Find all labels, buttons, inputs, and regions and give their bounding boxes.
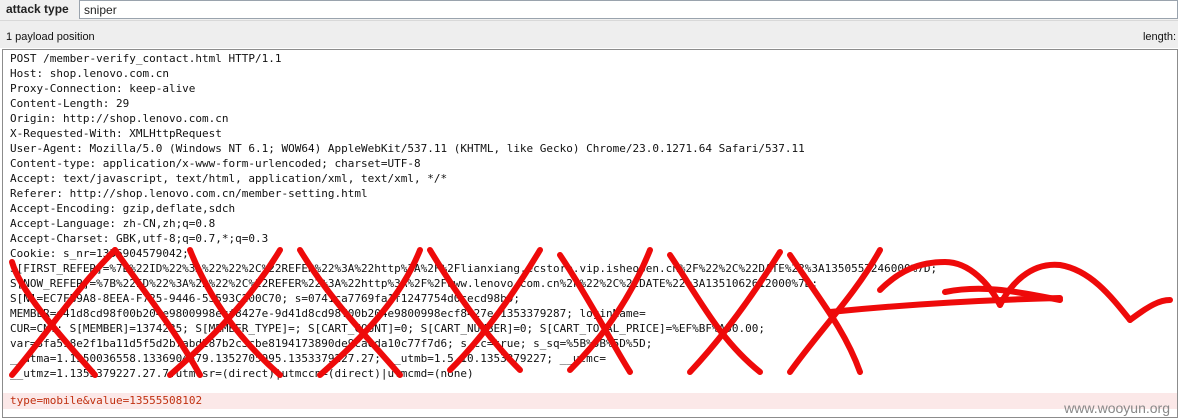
request-line: MEMBER=d41d8cd98f00b204e9800998ecf8427e-…: [10, 307, 646, 320]
request-line: Accept-Language: zh-CN,zh;q=0.8: [10, 217, 216, 230]
payload-body-text: type=mobile&value=13555508102: [10, 393, 202, 409]
request-line: Origin: http://shop.lenovo.com.cn: [10, 112, 229, 125]
request-editor[interactable]: POST /member-verify_contact.html HTTP/1.…: [2, 49, 1178, 418]
request-line: __utmz=1.1353379227.27.7.utmcsr=(direct)…: [10, 367, 474, 380]
request-line: Content-Length: 29: [10, 97, 130, 110]
watermark: www.wooyun.org: [1064, 400, 1170, 416]
request-line: CUR=CNY; S[MEMBER]=1374225; S[MEMBER_TYP…: [10, 322, 765, 335]
request-line: Accept: text/javascript, text/html, appl…: [10, 172, 448, 185]
request-line: S[N]=EC7FB9A8-8EEA-F725-9446-53593C200C7…: [10, 292, 520, 305]
attack-type-value: sniper: [84, 3, 117, 17]
payload-info-bar: 1 payload position length:: [0, 21, 1178, 48]
request-line: Accept-Charset: GBK,utf-8;q=0.7,*;q=0.3: [10, 232, 269, 245]
payload-position-count: 1 payload position: [6, 31, 95, 43]
attack-type-select[interactable]: sniper: [79, 0, 1178, 19]
request-line: X-Requested-With: XMLHttpRequest: [10, 127, 222, 140]
request-line: S[NOW_REFER]=%7B%22ID%22%3A%22%22%2C%22R…: [10, 277, 818, 290]
request-body-line: type=mobile&value=13555508102: [3, 393, 1177, 409]
request-line: Content-type: application/x-www-form-url…: [10, 157, 421, 170]
request-line: __utma=1.1350036558.1336904579.135270599…: [10, 352, 607, 365]
request-line: S[FIRST_REFER]=%7B%22ID%22%3A%22%22%2C%2…: [10, 262, 938, 275]
request-line: var=3fa598e2f1ba11d5f5d2b7abd287b2c3cbe8…: [10, 337, 653, 350]
request-line: Accept-Encoding: gzip,deflate,sdch: [10, 202, 236, 215]
request-line: Host: shop.lenovo.com.cn: [10, 67, 169, 80]
request-line: User-Agent: Mozilla/5.0 (Windows NT 6.1;…: [10, 142, 805, 155]
attack-type-bar: attack type sniper: [0, 0, 1178, 21]
request-line: Referer: http://shop.lenovo.com.cn/membe…: [10, 187, 368, 200]
request-line: POST /member-verify_contact.html HTTP/1.…: [10, 52, 282, 65]
attack-type-label: attack type: [6, 2, 69, 16]
payload-position-marker[interactable]: 13555508102: [129, 394, 202, 407]
length-label: length:: [1142, 31, 1176, 43]
request-line: Cookie: s_nr=1336904579042;: [10, 247, 189, 260]
request-line: Proxy-Connection: keep-alive: [10, 82, 196, 95]
body-prefix: type=mobile&value=: [10, 394, 130, 407]
